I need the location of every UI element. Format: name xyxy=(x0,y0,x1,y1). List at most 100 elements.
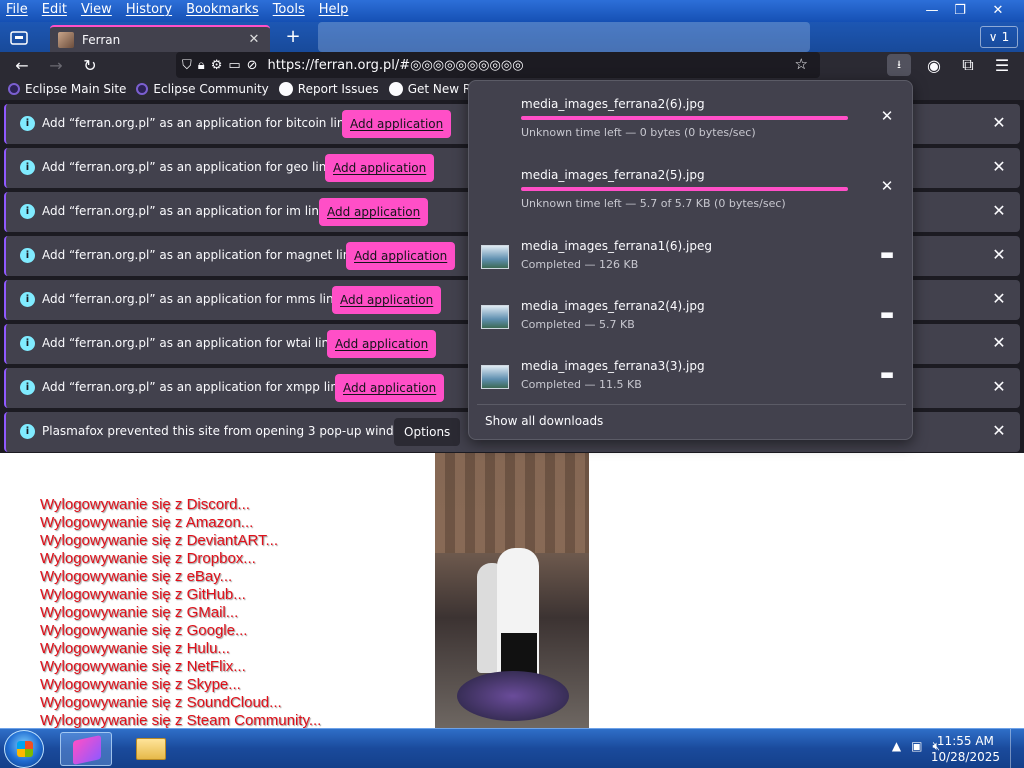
bookmark-eclipse-main[interactable]: Eclipse Main Site xyxy=(8,82,126,96)
minimize-button[interactable]: — xyxy=(918,0,946,20)
firefox-view-button[interactable] xyxy=(6,26,32,50)
close-icon[interactable]: ✕ xyxy=(990,114,1008,132)
menu-bookmarks[interactable]: Bookmarks xyxy=(186,2,259,17)
lock-icon[interactable]: 🔒︎ xyxy=(198,58,205,73)
menu-view[interactable]: View xyxy=(81,2,112,17)
folder-icon xyxy=(136,738,166,760)
taskbar-explorer[interactable] xyxy=(124,732,176,766)
logout-links: Wylogowywanie się z Discord... Wylogowyw… xyxy=(40,496,321,730)
menu-bar: File Edit View History Bookmarks Tools H… xyxy=(6,2,348,17)
info-icon: i xyxy=(20,204,35,219)
download-filename: media_images_ferrana2(6).jpg xyxy=(521,97,705,111)
info-icon: i xyxy=(20,424,35,439)
download-item[interactable]: media_images_ferrana3(3).jpg Completed —… xyxy=(469,343,914,401)
close-window-button[interactable]: ✕ xyxy=(984,0,1012,20)
image-file-icon xyxy=(481,305,509,329)
chevron-down-icon: ∨ xyxy=(988,30,998,44)
folder-icon[interactable]: ▬ xyxy=(878,305,896,323)
menu-file[interactable]: File xyxy=(6,2,28,17)
download-status: Completed — 126 KB xyxy=(521,258,639,271)
restore-button[interactable]: ❐ xyxy=(946,0,974,20)
autoplay-blocked-icon[interactable]: ⊘ xyxy=(247,58,258,73)
app-menu-button[interactable]: ☰ xyxy=(990,54,1014,76)
info-icon: i xyxy=(20,160,35,175)
bookmark-star-icon[interactable]: ☆ xyxy=(795,55,808,73)
logout-link[interactable]: Wylogowywanie się z Google... xyxy=(40,622,321,640)
logout-link[interactable]: Wylogowywanie się z SoundCloud... xyxy=(40,694,321,712)
info-icon: i xyxy=(20,116,35,131)
download-status: Unknown time left — 0 bytes (0 bytes/sec… xyxy=(521,126,756,139)
add-application-button[interactable]: Add application xyxy=(325,154,435,182)
download-item[interactable]: media_images_ferrana2(5).jpg Unknown tim… xyxy=(469,152,914,210)
clock[interactable]: 11:55 AM 10/28/2025 xyxy=(931,733,1000,765)
close-icon[interactable]: ✕ xyxy=(990,290,1008,308)
logout-link[interactable]: Wylogowywanie się z DeviantART... xyxy=(40,532,321,550)
menu-history[interactable]: History xyxy=(126,2,172,17)
show-desktop-button[interactable] xyxy=(1010,729,1024,768)
account-button[interactable]: ◉ xyxy=(922,54,946,76)
close-icon[interactable]: ✕ xyxy=(990,334,1008,352)
reload-button[interactable]: ↻ xyxy=(78,54,102,76)
logout-link[interactable]: Wylogowywanie się z Skype... xyxy=(40,676,321,694)
close-icon[interactable]: ✕ xyxy=(990,158,1008,176)
back-button[interactable]: ← xyxy=(10,54,34,76)
close-icon[interactable]: ✕ xyxy=(990,378,1008,396)
menu-edit[interactable]: Edit xyxy=(42,2,67,17)
notification-message: Add “ferran.org.pl” as an application fo… xyxy=(42,116,365,130)
photo-image xyxy=(435,453,589,728)
options-button[interactable]: Options xyxy=(394,418,461,446)
menu-help[interactable]: Help xyxy=(319,2,349,17)
tab-ferran[interactable]: Ferran ✕ xyxy=(50,25,270,52)
tab-count: 1 xyxy=(1001,30,1010,44)
download-progress-fill xyxy=(521,116,848,120)
close-icon[interactable]: ✕ xyxy=(990,246,1008,264)
taskbar-browser[interactable] xyxy=(60,732,112,766)
page-content: Wylogowywanie się z Discord... Wylogowyw… xyxy=(0,453,1024,730)
start-button[interactable] xyxy=(4,730,44,768)
add-application-button[interactable]: Add application xyxy=(342,110,452,138)
bookmark-report-issues[interactable]: Report Issues xyxy=(278,82,379,96)
eclipse-icon xyxy=(136,83,149,95)
logout-link[interactable]: Wylogowywanie się z GitHub... xyxy=(40,586,321,604)
network-icon[interactable]: ▣ xyxy=(911,739,922,754)
downloads-button[interactable]: ⭳ xyxy=(887,54,911,76)
permissions-icon[interactable]: ⚙ xyxy=(211,58,223,73)
info-icon: i xyxy=(20,380,35,395)
new-tab-button[interactable]: + xyxy=(282,28,304,48)
extensions-button[interactable]: ⧉ xyxy=(956,54,980,76)
logout-link[interactable]: Wylogowywanie się z NetFlix... xyxy=(40,658,321,676)
shield-icon[interactable]: ⛉ xyxy=(182,58,192,73)
cancel-icon[interactable]: ✕ xyxy=(878,107,896,125)
menu-tools[interactable]: Tools xyxy=(273,2,305,17)
forward-button[interactable]: → xyxy=(44,54,68,76)
logout-link[interactable]: Wylogowywanie się z Hulu... xyxy=(40,640,321,658)
logout-link[interactable]: Wylogowywanie się z Amazon... xyxy=(40,514,321,532)
tab-close-button[interactable]: ✕ xyxy=(244,32,264,47)
cancel-icon[interactable]: ✕ xyxy=(878,177,896,195)
close-icon[interactable]: ✕ xyxy=(990,202,1008,220)
show-hidden-icons-icon[interactable]: ▲ xyxy=(892,739,901,754)
logout-link[interactable]: Wylogowywanie się z GMail... xyxy=(40,604,321,622)
logout-link[interactable]: Wylogowywanie się z Discord... xyxy=(40,496,321,514)
logout-link[interactable]: Wylogowywanie się z eBay... xyxy=(40,568,321,586)
add-application-button[interactable]: Add application xyxy=(346,242,456,270)
url-bar[interactable]: ⛉ 🔒︎ ⚙ ▭ ⊘ https://ferran.org.pl/#◎◎◎◎◎◎… xyxy=(176,52,820,78)
folder-icon[interactable]: ▬ xyxy=(878,365,896,383)
download-item[interactable]: media_images_ferrana2(6).jpg Unknown tim… xyxy=(469,81,914,139)
add-application-button[interactable]: Add application xyxy=(319,198,429,226)
add-application-button[interactable]: Add application xyxy=(335,374,445,402)
folder-icon[interactable]: ▬ xyxy=(878,245,896,263)
logout-link[interactable]: Wylogowywanie się z Dropbox... xyxy=(40,550,321,568)
url-text[interactable]: https://ferran.org.pl/#◎◎◎◎◎◎◎◎◎◎ xyxy=(268,58,524,73)
download-item[interactable]: media_images_ferrana2(4).jpg Completed —… xyxy=(469,283,914,341)
add-application-button[interactable]: Add application xyxy=(327,330,437,358)
tab-title: Ferran xyxy=(82,32,121,47)
show-all-downloads-button[interactable]: Show all downloads xyxy=(485,414,603,428)
download-progress-bar xyxy=(521,116,848,120)
bookmark-eclipse-community[interactable]: Eclipse Community xyxy=(136,82,269,96)
add-application-button[interactable]: Add application xyxy=(332,286,442,314)
download-item[interactable]: media_images_ferrana1(6).jpeg Completed … xyxy=(469,223,914,281)
list-all-tabs-button[interactable]: ∨ 1 xyxy=(980,26,1018,48)
notification-icon[interactable]: ▭ xyxy=(228,58,240,73)
close-icon[interactable]: ✕ xyxy=(990,422,1008,440)
